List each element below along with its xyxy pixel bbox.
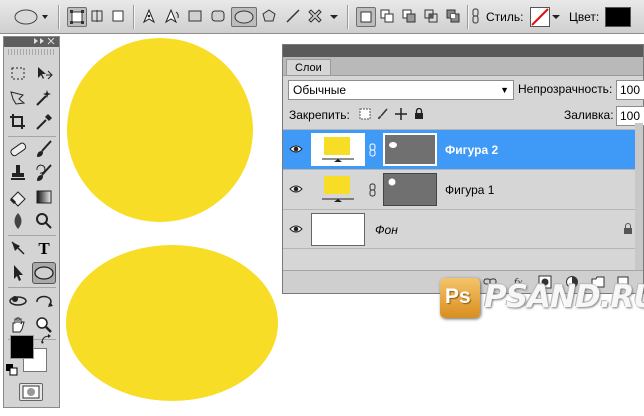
- layer-thumbnail: [311, 173, 365, 206]
- layers-panel-header[interactable]: [283, 45, 643, 57]
- freeform-pen-icon[interactable]: [163, 7, 183, 27]
- layer-name[interactable]: Фигура 1: [445, 183, 494, 197]
- tools-panel: T: [3, 36, 60, 408]
- history-brush-icon[interactable]: [33, 162, 55, 184]
- shape-ellipse-1[interactable]: [67, 38, 253, 222]
- lock-label: Закрепить:: [289, 108, 350, 122]
- eye-icon[interactable]: [289, 142, 303, 156]
- tool-preset-picker[interactable]: [6, 7, 50, 27]
- link-icon[interactable]: [470, 7, 484, 27]
- opacity-label: Непрозрачность:: [518, 82, 613, 96]
- path-selection-icon[interactable]: [7, 262, 29, 284]
- layers-tab-bar: Слои: [283, 57, 643, 76]
- eye-icon[interactable]: [289, 222, 303, 236]
- brush-icon[interactable]: [33, 138, 55, 160]
- crop-icon[interactable]: [7, 111, 29, 133]
- separator: [467, 5, 468, 29]
- layer-row-background[interactable]: Фон: [283, 209, 643, 249]
- layer-thumbnail: [311, 213, 365, 246]
- separator: [8, 136, 56, 137]
- layers-scrollbar[interactable]: [635, 123, 643, 271]
- fill-pixels-mode-icon[interactable]: [109, 7, 129, 27]
- line-tool-icon[interactable]: [284, 7, 304, 27]
- chevron-down-icon[interactable]: [551, 7, 563, 27]
- healing-brush-icon[interactable]: [7, 138, 29, 160]
- clone-stamp-icon[interactable]: [7, 162, 29, 184]
- vector-mask-thumbnail: [383, 173, 437, 206]
- tools-panel-header[interactable]: [4, 37, 59, 47]
- lock-icon: [623, 223, 633, 235]
- custom-shape-tool-icon[interactable]: [306, 7, 326, 27]
- quick-mask-icon[interactable]: [19, 383, 43, 401]
- chevron-down-icon[interactable]: [329, 7, 341, 27]
- separator: [8, 287, 56, 288]
- ellipse-tool-icon[interactable]: [231, 7, 257, 27]
- options-bar: Стиль: Цвет:: [0, 0, 644, 34]
- foreground-color-swatch[interactable]: [10, 335, 34, 359]
- blur-icon[interactable]: [7, 210, 29, 232]
- gradient-icon[interactable]: [33, 186, 55, 208]
- separator: [347, 5, 348, 29]
- paths-mode-icon[interactable]: [88, 7, 108, 27]
- swap-colors-icon[interactable]: [40, 333, 54, 345]
- eye-icon[interactable]: [289, 182, 303, 196]
- separator: [58, 5, 59, 29]
- chevron-down-icon: ▼: [500, 85, 509, 95]
- ellipse-tool-icon[interactable]: [32, 262, 56, 284]
- default-colors-icon[interactable]: [6, 364, 18, 376]
- layer-row-shape-1[interactable]: Фигура 1: [283, 169, 643, 209]
- lasso-icon[interactable]: [7, 87, 29, 109]
- fill-label: Заливка:: [564, 108, 614, 122]
- subtract-from-shape-area-icon[interactable]: [400, 7, 420, 27]
- separator: [133, 5, 134, 29]
- layer-row-shape-2[interactable]: Фигура 2: [283, 129, 643, 169]
- style-picker-none-icon[interactable]: [530, 7, 550, 27]
- polygon-tool-icon[interactable]: [260, 7, 280, 27]
- separator: [8, 235, 56, 236]
- blend-mode-value: Обычные: [293, 83, 347, 97]
- layer-name[interactable]: Фон: [375, 223, 398, 237]
- tools-grip[interactable]: [8, 49, 55, 55]
- shape-layers-mode-icon[interactable]: [67, 7, 87, 27]
- layers-panel: Слои Обычные ▼ Непрозрачность: 100 Закре…: [282, 44, 644, 294]
- eraser-icon[interactable]: [7, 186, 29, 208]
- intersect-shape-areas-icon[interactable]: [422, 7, 442, 27]
- psand-watermark: Ps PSAND.RU: [440, 276, 644, 320]
- create-new-shape-layer-icon[interactable]: [356, 7, 376, 27]
- 3d-rotate-icon[interactable]: [33, 290, 55, 312]
- rotate-view-icon[interactable]: [7, 290, 29, 312]
- link-icon: [369, 143, 377, 157]
- blend-mode-select[interactable]: Обычные ▼: [288, 80, 514, 100]
- move-icon[interactable]: [33, 63, 55, 85]
- color-label: Цвет:: [569, 10, 600, 24]
- lock-image-pixels-icon[interactable]: [377, 108, 389, 120]
- lock-all-icon[interactable]: [413, 107, 425, 120]
- add-to-shape-area-icon[interactable]: [378, 7, 398, 27]
- link-icon: [369, 183, 377, 197]
- layer-thumbnail: [311, 133, 365, 166]
- lock-position-icon[interactable]: [395, 108, 407, 120]
- exclude-overlapping-icon[interactable]: [444, 7, 464, 27]
- style-label: Стиль:: [486, 10, 524, 24]
- tab-layers[interactable]: Слои: [286, 59, 331, 75]
- hand-icon[interactable]: [7, 314, 29, 336]
- rounded-rectangle-tool-icon[interactable]: [209, 7, 229, 27]
- marquee-icon[interactable]: [7, 63, 29, 85]
- eyedropper-icon[interactable]: [33, 111, 55, 133]
- magic-wand-icon[interactable]: [33, 87, 55, 109]
- watermark-text: PSAND.RU: [484, 279, 644, 315]
- color-swatch[interactable]: [605, 7, 631, 27]
- pen-icon[interactable]: [7, 238, 29, 260]
- vector-mask-thumbnail: [383, 133, 437, 166]
- dodge-icon[interactable]: [33, 210, 55, 232]
- pen-tool-icon[interactable]: [140, 7, 160, 27]
- rectangle-tool-icon[interactable]: [186, 7, 206, 27]
- ps-logo-text: Ps: [445, 285, 471, 308]
- lock-transparent-pixels-icon[interactable]: [359, 108, 371, 120]
- opacity-input[interactable]: 100: [616, 80, 644, 100]
- layer-name[interactable]: Фигура 2: [445, 143, 498, 157]
- shape-ellipse-2[interactable]: [66, 245, 278, 401]
- ps-logo-icon: Ps: [440, 278, 480, 318]
- type-icon[interactable]: T: [33, 238, 55, 260]
